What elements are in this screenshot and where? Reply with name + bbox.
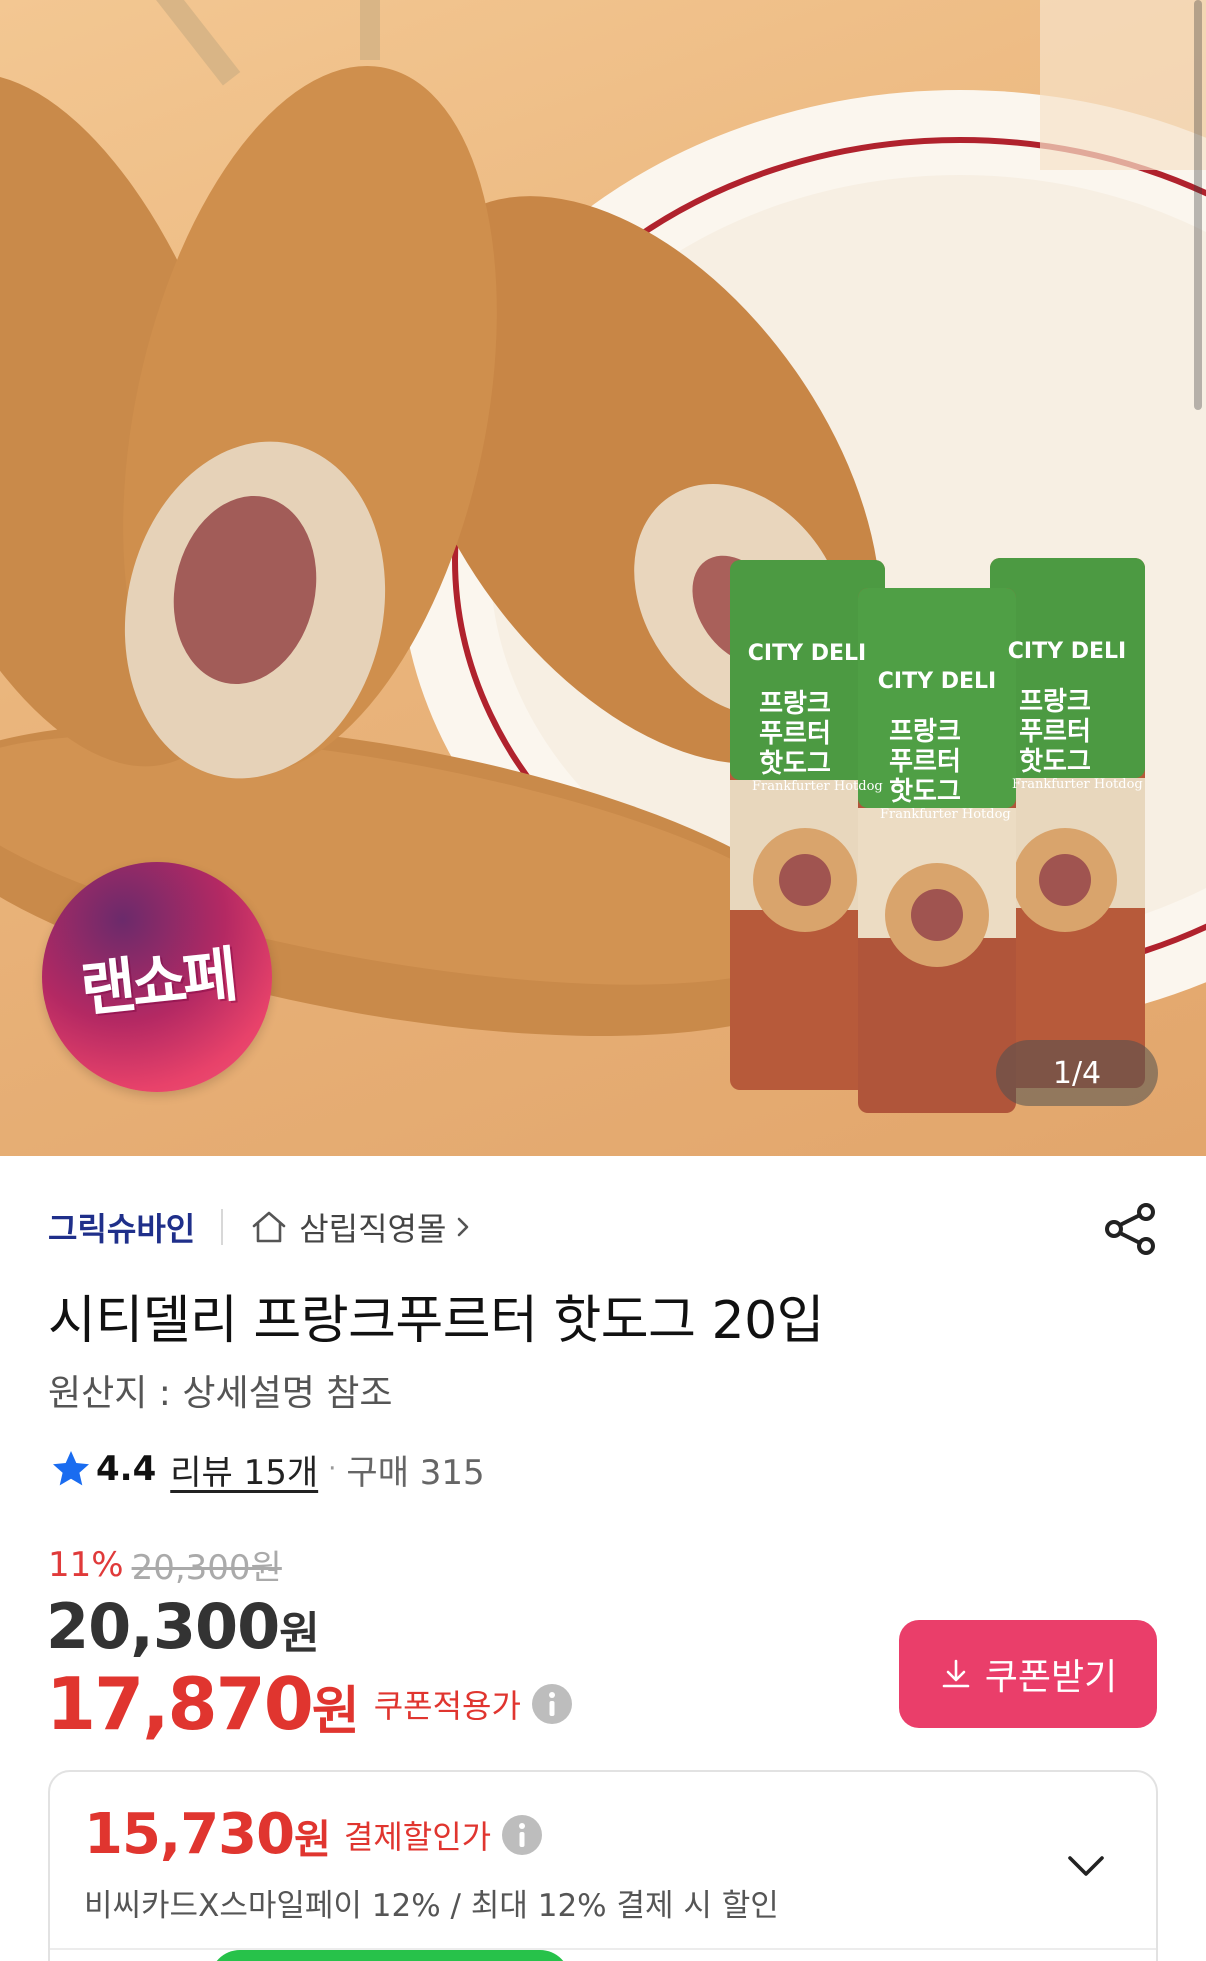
package-name-text: 푸르터 <box>1019 717 1091 747</box>
badge-text: 랜쇼페 <box>77 939 238 1026</box>
scrollbar[interactable] <box>1194 0 1202 410</box>
product-image-carousel[interactable]: CITY DELI CITY DELI CITY DELI 프랑크 푸르터 핫도… <box>0 0 1206 1156</box>
chevron-right-icon <box>458 1217 469 1237</box>
payment-price: 15,730원 <box>84 1802 331 1867</box>
payment-description: 비씨카드X스마일페이 12% / 최대 12% 결제 시 할인 <box>84 1888 779 1924</box>
seller-row: 그릭슈바인 삼립직영몰 <box>48 1198 472 1256</box>
coupon-price: 17,870원 <box>46 1662 360 1746</box>
package-name-text: 프랑크 <box>759 689 831 719</box>
live-shopping-badge[interactable]: 랜쇼페 <box>42 862 272 1092</box>
get-coupon-button[interactable]: 쿠폰받기 <box>899 1620 1157 1728</box>
coupon-price-row: 17,870원 쿠폰적용가 <box>46 1662 573 1746</box>
package-english-text: Frankfurter Hotdog <box>880 807 1011 822</box>
rating-score: 4.4 <box>96 1449 157 1489</box>
discount-row: 11% 20,300원 <box>48 1540 282 1589</box>
review-link[interactable]: 리뷰 15개 <box>170 1445 318 1494</box>
coupon-price-number: 17,870 <box>46 1662 314 1746</box>
package-english-text: Frankfurter Hotdog <box>752 779 883 794</box>
package-english-text: Frankfurter Hotdog <box>1012 777 1143 792</box>
package-brand-text: CITY DELI <box>748 641 866 666</box>
coupon-price-unit: 원 <box>311 1682 360 1742</box>
rating-row: 4.4 리뷰 15개 · 구매 315 <box>50 1444 485 1494</box>
store-link[interactable]: 삼립직영몰 <box>249 1204 472 1250</box>
seller-name-link[interactable]: 그릭슈바인 <box>48 1204 195 1250</box>
divider <box>221 1209 224 1245</box>
payment-price-row: 15,730원 결제할인가 <box>84 1802 543 1867</box>
package-brand-text: CITY DELI <box>878 669 996 694</box>
discount-rate: 11% <box>48 1544 124 1585</box>
image-counter: 1/4 <box>996 1040 1158 1106</box>
separator-dot: · <box>328 1454 337 1484</box>
chevron-down-icon[interactable] <box>1062 1842 1110 1890</box>
package-name-text: 핫도그 <box>889 777 961 807</box>
origin-info: 원산지 : 상세설명 참조 <box>48 1373 393 1414</box>
payment-price-label: 결제할인가 <box>343 1817 492 1856</box>
package-name-text: 푸르터 <box>759 719 831 749</box>
sale-price-unit: 원 <box>279 1608 319 1659</box>
payment-price-unit: 원 <box>294 1817 331 1863</box>
package-brand-text: CITY DELI <box>1008 639 1126 664</box>
get-coupon-label: 쿠폰받기 <box>984 1656 1118 1697</box>
store-name: 삼립직영몰 <box>299 1210 447 1248</box>
sale-price-number: 20,300 <box>46 1590 280 1663</box>
home-icon <box>252 1211 286 1243</box>
info-icon[interactable] <box>501 1814 543 1856</box>
divider <box>50 1948 1156 1950</box>
star-icon <box>53 1451 89 1486</box>
product-title: 시티델리 프랑크푸르터 핫도그 20입 <box>48 1291 825 1351</box>
package-name-text: 핫도그 <box>759 749 831 779</box>
purchase-count: 구매 315 <box>346 1452 485 1493</box>
original-price: 20,300원 <box>131 1548 282 1588</box>
share-icon[interactable] <box>1102 1200 1160 1258</box>
package-name-text: 프랑크 <box>889 717 961 747</box>
package-name-text: 핫도그 <box>1019 747 1091 777</box>
sale-price: 20,300원 <box>46 1590 320 1663</box>
green-tag[interactable] <box>210 1950 570 1961</box>
payment-discount-card[interactable]: 15,730원 결제할인가 비씨카드X스마일페이 12% / 최대 12% 결제… <box>48 1770 1158 1961</box>
coupon-price-label: 쿠폰적용가 <box>373 1687 521 1725</box>
download-icon <box>942 1659 970 1688</box>
package-name-text: 프랑크 <box>1019 687 1091 717</box>
info-icon[interactable] <box>531 1683 573 1725</box>
package-name-text: 푸르터 <box>889 747 961 777</box>
payment-price-number: 15,730 <box>84 1802 295 1867</box>
